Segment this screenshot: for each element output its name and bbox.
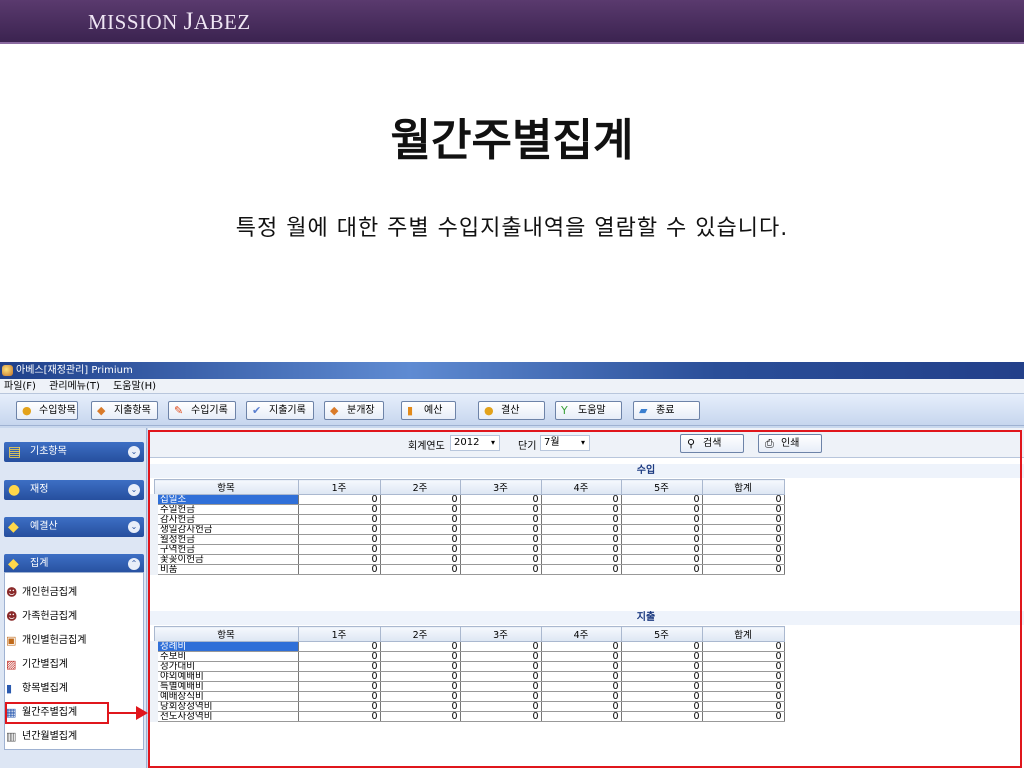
settlement-button[interactable]: ● 결산: [478, 401, 545, 420]
coins-icon: ●: [484, 404, 494, 417]
sidebar-item-label: 개인별헌금집계: [22, 635, 87, 646]
coins-stack-icon: ◆: [8, 556, 19, 572]
sidebar-item-label: 항목별집계: [22, 683, 68, 694]
income-record-button[interactable]: ✎ 수입기록: [168, 401, 236, 420]
journal-button[interactable]: ◆ 분개장: [324, 401, 384, 420]
exit-label: 종료: [656, 405, 675, 416]
app-screenshot: 아베스[재정관리] Primium 파일(F) 관리메뉴(T) 도움말(H) ●…: [0, 362, 1024, 768]
income-item-button[interactable]: ● 수입항목: [16, 401, 78, 420]
expense-record-button[interactable]: ✔ 지출기록: [246, 401, 314, 420]
sidebar-header-basic[interactable]: ▤ 기초항목 ⌄: [4, 442, 144, 462]
bar-chart-icon: ▮: [6, 682, 13, 695]
settlement-label: 결산: [501, 405, 520, 416]
app-icon: [2, 365, 13, 376]
brand-logo: MISSION JABEZ: [88, 8, 251, 36]
pencil-icon: ✎: [174, 404, 184, 417]
sidebar-item-period-summary[interactable]: ▨ 기간별집계: [4, 656, 134, 674]
diamond-icon: ◆: [97, 404, 106, 417]
calendar-grid-icon: ▥: [6, 730, 17, 743]
sidebar-header-label: 기초항목: [30, 446, 67, 457]
sidebar-header-label: 재정: [30, 484, 49, 495]
brand-text-2: J: [183, 8, 194, 35]
chevron-down-icon: ⌄: [128, 521, 140, 533]
menu-bar: 파일(F) 관리메뉴(T) 도움말(H): [0, 379, 1024, 394]
annotation-arrow-line: [109, 712, 137, 714]
income-item-label: 수입항목: [39, 405, 76, 416]
sidebar-header-summary[interactable]: ◆ 집계 ⌃: [4, 554, 144, 574]
window-titlebar: 아베스[재정관리] Primium: [0, 362, 1024, 379]
checkmark-icon: ✔: [252, 404, 262, 417]
sidebar-item-label: 년간월별집계: [22, 731, 78, 742]
window-title: 아베스[재정관리] Primium: [16, 365, 133, 376]
sidebar-item-category-summary[interactable]: ▮ 항목별집계: [4, 680, 134, 698]
expense-item-button[interactable]: ◆ 지출항목: [91, 401, 158, 420]
sidebar-header-budget[interactable]: ◆ 예결산 ⌄: [4, 517, 144, 537]
clipboard-icon: ▤: [8, 444, 22, 460]
budget-icon: ◆: [8, 519, 19, 535]
exit-icon: ▰: [639, 404, 648, 417]
sidebar-item-personal-offering[interactable]: ☻ 개인헌금집계: [4, 584, 134, 602]
person-icon: ☻: [6, 586, 18, 599]
journal-label: 분개장: [347, 405, 375, 416]
sidebar-header-label: 집계: [30, 558, 49, 569]
sidebar-item-family-offering[interactable]: ☻ 가족헌금집계: [4, 608, 134, 626]
sidebar-header-label: 예결산: [30, 521, 58, 532]
brand-text-1: MISSION: [88, 10, 184, 34]
coins-icon: ●: [22, 404, 32, 417]
annotation-arrow-icon: [136, 706, 148, 720]
sidebar-item-yearly-monthly-summary[interactable]: ▥ 년간월별집계: [4, 728, 134, 746]
sidebar-item-individual-offering[interactable]: ▣ 개인별헌금집계: [4, 632, 134, 650]
sidebar-item-label: 가족헌금집계: [22, 611, 78, 622]
chevron-down-icon: ⌄: [128, 484, 140, 496]
slide: MISSION JABEZ 월간주별집계 특정 월에 대한 주별 수입지출내역을…: [0, 0, 1024, 768]
slide-subtitle: 특정 월에 대한 주별 수입지출내역을 열람할 수 있습니다.: [235, 216, 789, 241]
bar-chart-icon: ▮: [407, 404, 414, 417]
menu-file[interactable]: 파일(F): [4, 381, 36, 392]
help-label: 도움말: [578, 405, 606, 416]
income-record-label: 수입기록: [191, 405, 228, 416]
chevron-down-icon: ⌄: [128, 446, 140, 458]
slide-title: 월간주별집계: [390, 115, 634, 166]
expense-record-label: 지출기록: [269, 405, 306, 416]
chevron-up-icon: ⌃: [128, 558, 140, 570]
calendar-icon: ▣: [6, 634, 17, 647]
budget-label: 예산: [424, 405, 443, 416]
menu-highlight-box: [5, 702, 109, 724]
help-button[interactable]: Y 도움말: [555, 401, 622, 420]
slide-header-bar: MISSION JABEZ: [0, 0, 1024, 44]
content-highlight-box: [148, 430, 1022, 768]
exit-button[interactable]: ▰ 종료: [633, 401, 700, 420]
menu-manage[interactable]: 관리메뉴(T): [49, 381, 100, 392]
sidebar-item-label: 개인헌금집계: [22, 587, 78, 598]
diamond-icon: ◆: [330, 404, 339, 417]
brand-text-3: ABEZ: [193, 10, 251, 34]
sidebar-header-finance[interactable]: ● 재정 ⌄: [4, 480, 144, 500]
family-icon: ☻: [6, 610, 18, 623]
budget-button[interactable]: ▮ 예산: [401, 401, 456, 420]
sprout-icon: Y: [561, 404, 568, 417]
menu-help[interactable]: 도움말(H): [113, 381, 156, 392]
coins-icon: ●: [8, 482, 21, 498]
expense-item-label: 지출항목: [114, 405, 151, 416]
line-chart-icon: ▨: [6, 658, 17, 671]
toolbar: ● 수입항목 ◆ 지출항목 ✎ 수입기록 ✔ 지출기록 ◆ 분개장 ▮ 예산 ● 결산 Y 도움…: [0, 394, 1024, 426]
sidebar-item-label: 기간별집계: [22, 659, 68, 670]
